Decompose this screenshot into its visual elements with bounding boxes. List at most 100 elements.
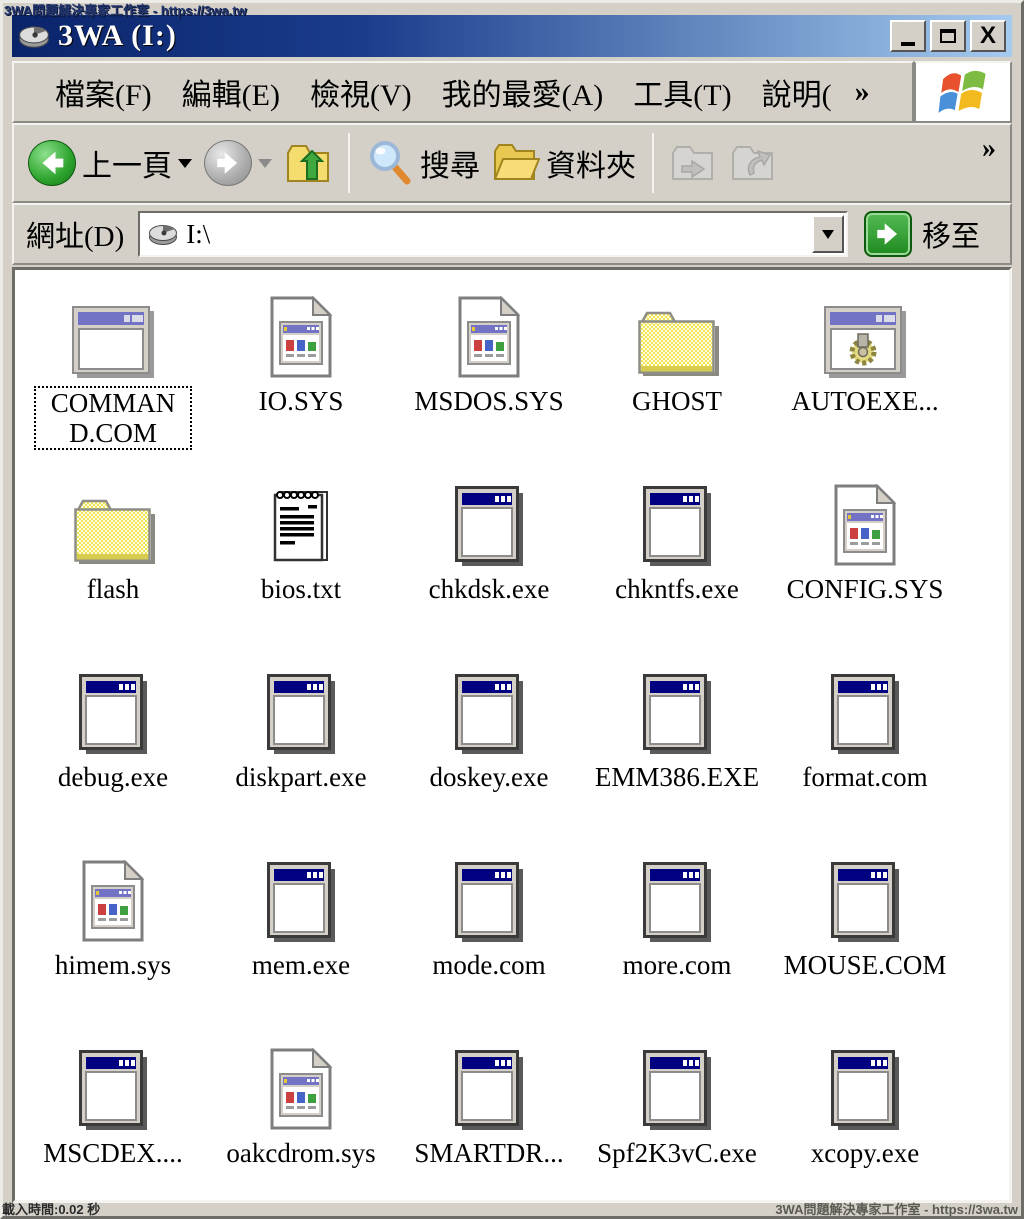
doswin-icon xyxy=(79,1036,147,1130)
file-label: bios.txt xyxy=(261,574,341,604)
search-label: 搜尋 xyxy=(420,141,480,185)
file-item[interactable]: chkntfs.exe xyxy=(583,460,771,648)
search-icon xyxy=(366,139,414,187)
toolbar-overflow-chevron[interactable]: » xyxy=(982,133,996,165)
file-label: oakcdrom.sys xyxy=(226,1138,375,1168)
drive-icon xyxy=(148,222,178,246)
file-label: flash xyxy=(87,574,139,604)
doswin-icon xyxy=(831,660,899,754)
doswin-icon xyxy=(267,660,335,754)
drive-icon xyxy=(18,23,50,49)
folders-button[interactable]: 資料夾 xyxy=(486,139,642,187)
toolbar-separator xyxy=(348,133,350,193)
address-dropdown-button[interactable] xyxy=(812,215,844,253)
doswin-icon xyxy=(267,848,335,942)
back-dropdown-caret[interactable] xyxy=(178,159,192,175)
up-button[interactable] xyxy=(278,139,338,187)
file-item[interactable]: diskpart.exe xyxy=(207,648,395,836)
file-item[interactable]: MOUSE.COM xyxy=(771,836,959,1024)
address-combobox[interactable]: I:\ xyxy=(138,211,848,257)
file-item[interactable]: EMM386.EXE xyxy=(583,648,771,836)
file-item[interactable]: SMARTDR... xyxy=(395,1024,583,1203)
minimize-button[interactable] xyxy=(890,20,926,52)
windows-logo-icon xyxy=(934,63,992,121)
doswin-icon xyxy=(455,848,523,942)
back-button[interactable]: 上一頁 xyxy=(22,140,198,186)
watermark-top: 3WA問題解決專家工作室 - https://3wa.tw xyxy=(4,0,247,19)
file-item[interactable]: mem.exe xyxy=(207,836,395,1024)
menu-tools[interactable]: 工具(T) xyxy=(618,66,746,118)
file-item[interactable]: CONFIG.SYS xyxy=(771,460,959,648)
doswin-icon xyxy=(643,1036,711,1130)
maximize-button[interactable] xyxy=(930,20,966,52)
back-label: 上一頁 xyxy=(82,141,172,185)
file-item[interactable]: mode.com xyxy=(395,836,583,1024)
file-label: SMARTDR... xyxy=(414,1138,563,1168)
file-label: EMM386.EXE xyxy=(595,762,759,792)
file-item[interactable]: flash xyxy=(19,460,207,648)
doswin-icon xyxy=(643,472,711,566)
maximize-icon xyxy=(940,29,956,43)
menu-edit[interactable]: 編輯(E) xyxy=(167,66,295,118)
file-item[interactable]: MSDOS.SYS xyxy=(395,272,583,460)
back-arrow-icon xyxy=(32,143,72,183)
go-button[interactable] xyxy=(864,211,912,257)
file-item[interactable]: bios.txt xyxy=(207,460,395,648)
file-item[interactable]: GHOST xyxy=(583,272,771,460)
file-item[interactable]: xcopy.exe xyxy=(771,1024,959,1203)
file-item[interactable]: oakcdrom.sys xyxy=(207,1024,395,1203)
file-label: xcopy.exe xyxy=(811,1138,919,1168)
file-item[interactable]: more.com xyxy=(583,836,771,1024)
file-label: debug.exe xyxy=(58,762,168,792)
file-item[interactable]: COMMAND.COM xyxy=(19,272,207,460)
sysfile-icon xyxy=(833,472,897,566)
file-item[interactable]: AUTOEXE... xyxy=(771,272,959,460)
up-folder-icon xyxy=(284,139,332,187)
file-list-area[interactable]: COMMAND.COM IO.SYS MSDOS.SYS GHOST AUTOE… xyxy=(12,267,1012,1203)
file-label: COMMAND.COM xyxy=(34,386,192,450)
forward-button[interactable] xyxy=(198,140,278,186)
menu-file[interactable]: 檔案(F) xyxy=(40,66,167,118)
file-item[interactable]: himem.sys xyxy=(19,836,207,1024)
address-value: I:\ xyxy=(186,219,210,250)
watermark-load-time: 載入時間:0.02 秒 xyxy=(2,1199,100,1218)
file-item[interactable]: debug.exe xyxy=(19,648,207,836)
menu-bar: 檔案(F) 編輯(E) 檢視(V) 我的最愛(A) 工具(T) 說明( » xyxy=(12,61,914,123)
sysfile-icon xyxy=(269,284,333,378)
title-bar[interactable]: 3WA (I:) X xyxy=(12,15,1012,57)
file-label: himem.sys xyxy=(55,950,171,980)
chevron-down-icon xyxy=(822,230,834,245)
file-label: CONFIG.SYS xyxy=(787,574,944,604)
file-label: diskpart.exe xyxy=(235,762,366,792)
copy-to-icon xyxy=(730,139,778,187)
menu-view[interactable]: 檢視(V) xyxy=(295,66,427,118)
file-label: more.com xyxy=(623,950,732,980)
doswin-icon xyxy=(643,848,711,942)
move-to-icon xyxy=(670,139,718,187)
close-button[interactable]: X xyxy=(970,20,1006,52)
menu-help[interactable]: 說明( xyxy=(747,66,847,118)
file-item[interactable]: chkdsk.exe xyxy=(395,460,583,648)
forward-dropdown-caret[interactable] xyxy=(258,159,272,175)
file-grid: COMMAND.COM IO.SYS MSDOS.SYS GHOST AUTOE… xyxy=(19,272,1009,1203)
copy-to-button xyxy=(724,139,784,187)
menu-favorites[interactable]: 我的最愛(A) xyxy=(427,66,619,118)
file-item[interactable]: Spf2K3vC.exe xyxy=(583,1024,771,1203)
go-arrow-icon xyxy=(869,215,907,253)
toolbar: 上一頁 搜尋 資料夾 » xyxy=(12,123,1012,203)
file-item[interactable]: format.com xyxy=(771,648,959,836)
file-label: mode.com xyxy=(432,950,545,980)
doswin-icon xyxy=(455,1036,523,1130)
file-label: AUTOEXE... xyxy=(791,386,938,416)
toolbar-separator xyxy=(652,133,654,193)
file-item[interactable]: doskey.exe xyxy=(395,648,583,836)
appwin-gears-icon xyxy=(824,284,906,378)
doswin-icon xyxy=(831,848,899,942)
file-item[interactable]: MSCDEX.... xyxy=(19,1024,207,1203)
menu-overflow-chevron[interactable]: » xyxy=(847,75,878,109)
file-label: MOUSE.COM xyxy=(784,950,947,980)
doswin-icon xyxy=(455,660,523,754)
file-item[interactable]: IO.SYS xyxy=(207,272,395,460)
search-button[interactable]: 搜尋 xyxy=(360,139,486,187)
sysfile-icon xyxy=(269,1036,333,1130)
